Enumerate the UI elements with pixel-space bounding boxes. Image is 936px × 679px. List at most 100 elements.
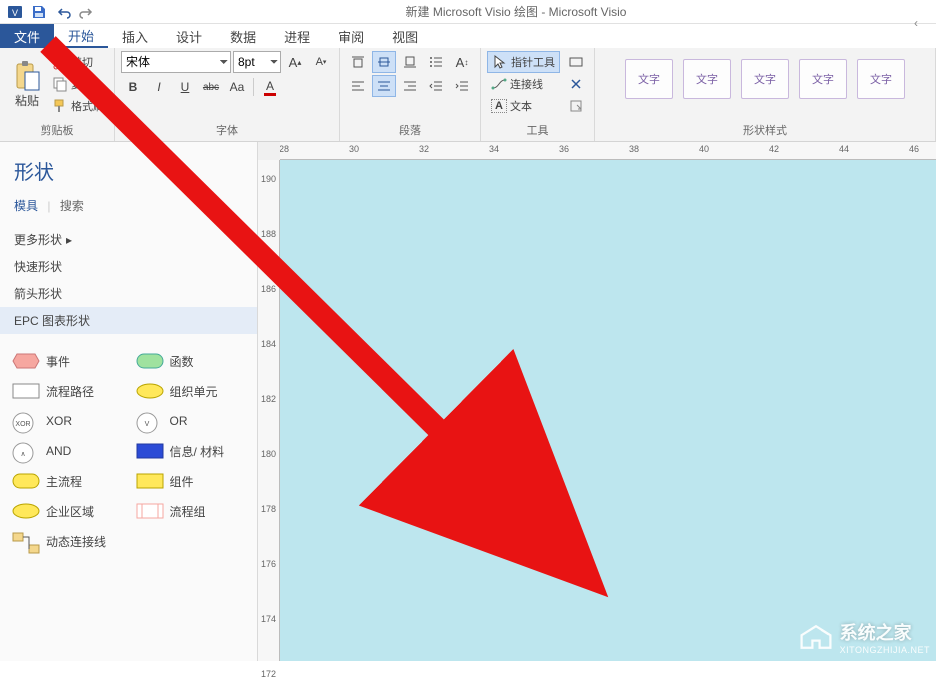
shape-item-2[interactable]: 流程路径 xyxy=(6,378,128,404)
align-center-button[interactable] xyxy=(372,75,396,97)
shape-item-label: OR xyxy=(170,414,188,428)
canvas-area: 28303234363840424446 1901881861841821801… xyxy=(258,142,936,661)
paste-label: 粘贴 xyxy=(15,92,39,109)
shape-item-icon: XOR xyxy=(12,412,40,430)
shapes-cat-quick[interactable]: 快速形状 xyxy=(0,253,257,280)
shapes-panel: ‹ 形状 模具 | 搜索 更多形状▸ 快速形状 箭头形状 EPC 图表形状 事件… xyxy=(0,142,258,661)
group-shape-styles: 文字 文字 文字 文字 文字 形状样式 xyxy=(595,48,936,141)
change-case-button[interactable]: Aa xyxy=(225,76,249,98)
style-gallery[interactable]: 文字 文字 文字 文字 文字 xyxy=(621,51,909,107)
shape-item-3[interactable]: 组织单元 xyxy=(130,378,252,404)
shape-item-icon xyxy=(12,472,40,490)
redo-icon[interactable] xyxy=(76,2,98,22)
shape-item-label: 事件 xyxy=(46,353,70,370)
pointer-tool-button[interactable]: 指针工具 xyxy=(487,51,560,73)
shape-item-1[interactable]: 函数 xyxy=(130,348,252,374)
shapes-tab-search[interactable]: 搜索 xyxy=(60,199,84,213)
paste-button[interactable]: 粘贴 xyxy=(6,51,48,117)
shape-item-9[interactable]: 组件 xyxy=(130,468,252,494)
align-left-button[interactable] xyxy=(346,75,370,97)
group-paragraph: A↕ 段落 xyxy=(340,48,481,141)
shape-item-11[interactable]: 流程组 xyxy=(130,498,252,524)
text-tool-button[interactable]: A文本 xyxy=(487,95,560,117)
rectangle-tool-button[interactable] xyxy=(564,51,588,73)
ruler-vertical: 190188186184182180178176174172 xyxy=(258,160,280,661)
shape-item-label: 流程组 xyxy=(170,503,206,520)
shape-item-label: 主流程 xyxy=(46,473,82,490)
shapes-tab-stencils[interactable]: 模具 xyxy=(14,199,38,213)
ruler-horizontal: 28303234363840424446 xyxy=(280,142,936,160)
undo-icon[interactable] xyxy=(52,2,74,22)
bullets-button[interactable] xyxy=(424,51,448,73)
shape-item-icon xyxy=(136,472,164,490)
tab-data[interactable]: 数据 xyxy=(216,24,270,48)
tab-design[interactable]: 设计 xyxy=(162,24,216,48)
copy-button[interactable]: 复制 xyxy=(48,73,108,95)
shape-item-label: 组织单元 xyxy=(170,383,218,400)
align-top-button[interactable] xyxy=(346,51,370,73)
format-painter-button[interactable]: 格式刷 xyxy=(48,95,108,117)
font-family-select[interactable]: 宋体 xyxy=(121,51,231,73)
text-direction-button[interactable]: A↕ xyxy=(450,51,474,73)
grow-font-button[interactable]: A▴ xyxy=(283,51,307,73)
shapes-cat-arrow[interactable]: 箭头形状 xyxy=(0,280,257,307)
shape-item-icon xyxy=(136,442,164,460)
close-tool-button[interactable] xyxy=(564,73,588,95)
app-icon[interactable]: V xyxy=(4,2,26,22)
shape-item-10[interactable]: 企业区域 xyxy=(6,498,128,524)
increase-indent-button[interactable] xyxy=(450,75,474,97)
tab-home[interactable]: 开始 xyxy=(54,24,108,48)
style-swatch-2[interactable]: 文字 xyxy=(683,59,731,99)
shape-item-8[interactable]: 主流程 xyxy=(6,468,128,494)
style-swatch-5[interactable]: 文字 xyxy=(857,59,905,99)
strike-button[interactable]: abc xyxy=(199,76,223,98)
font-size-select[interactable]: 8pt xyxy=(233,51,281,73)
shape-item-6[interactable]: ∧AND xyxy=(6,438,128,464)
drawing-canvas[interactable] xyxy=(280,160,936,661)
menubar: 文件 开始 插入 设计 数据 进程 审阅 视图 xyxy=(0,24,936,48)
cut-button[interactable]: 剪切 xyxy=(48,51,108,73)
tab-file[interactable]: 文件 xyxy=(0,24,54,48)
shrink-font-button[interactable]: A▾ xyxy=(309,51,333,73)
align-right-button[interactable] xyxy=(398,75,422,97)
shape-item-icon xyxy=(136,352,164,370)
shape-item-0[interactable]: 事件 xyxy=(6,348,128,374)
tab-insert[interactable]: 插入 xyxy=(108,24,162,48)
workspace: ‹ 形状 模具 | 搜索 更多形状▸ 快速形状 箭头形状 EPC 图表形状 事件… xyxy=(0,142,936,661)
italic-button[interactable]: I xyxy=(147,76,171,98)
svg-text:V: V xyxy=(12,8,18,18)
svg-text:XOR: XOR xyxy=(15,421,30,428)
connector-tool-button[interactable]: 连接线 xyxy=(487,73,560,95)
shape-item-12[interactable]: 动态连接线 xyxy=(6,528,128,554)
tool-launcher-button[interactable] xyxy=(564,95,588,117)
shape-item-icon xyxy=(12,502,40,520)
save-icon[interactable] xyxy=(28,2,50,22)
shape-item-5[interactable]: V OR xyxy=(130,408,252,434)
decrease-indent-button[interactable] xyxy=(424,75,448,97)
chevron-right-icon: ▸ xyxy=(66,233,72,247)
bold-button[interactable]: B xyxy=(121,76,145,98)
ribbon: 粘贴 剪切 复制 格式刷 剪贴板 宋体 8pt A▴ A▾ B I U abc xyxy=(0,48,936,142)
shape-item-7[interactable]: 信息/ 材料 xyxy=(130,438,252,464)
group-tools-label: 工具 xyxy=(487,120,588,140)
shape-item-icon xyxy=(136,502,164,520)
style-swatch-4[interactable]: 文字 xyxy=(799,59,847,99)
underline-button[interactable]: U xyxy=(173,76,197,98)
svg-text:V: V xyxy=(144,421,149,428)
window-title: 新建 Microsoft Visio 绘图 - Microsoft Visio xyxy=(100,3,932,20)
shapes-cat-more[interactable]: 更多形状▸ xyxy=(0,226,257,253)
shape-item-label: AND xyxy=(46,444,71,458)
align-middle-button[interactable] xyxy=(372,51,396,73)
style-swatch-1[interactable]: 文字 xyxy=(625,59,673,99)
tab-view[interactable]: 视图 xyxy=(378,24,432,48)
shapes-cat-epc[interactable]: EPC 图表形状 xyxy=(0,307,257,334)
style-swatch-3[interactable]: 文字 xyxy=(741,59,789,99)
shape-item-4[interactable]: XORXOR xyxy=(6,408,128,434)
shape-item-label: 动态连接线 xyxy=(46,533,106,550)
group-font-label: 字体 xyxy=(121,120,333,140)
group-clipboard: 粘贴 剪切 复制 格式刷 剪贴板 xyxy=(0,48,115,141)
align-bottom-button[interactable] xyxy=(398,51,422,73)
tab-review[interactable]: 审阅 xyxy=(324,24,378,48)
font-color-button[interactable]: A xyxy=(258,76,282,98)
tab-process[interactable]: 进程 xyxy=(270,24,324,48)
